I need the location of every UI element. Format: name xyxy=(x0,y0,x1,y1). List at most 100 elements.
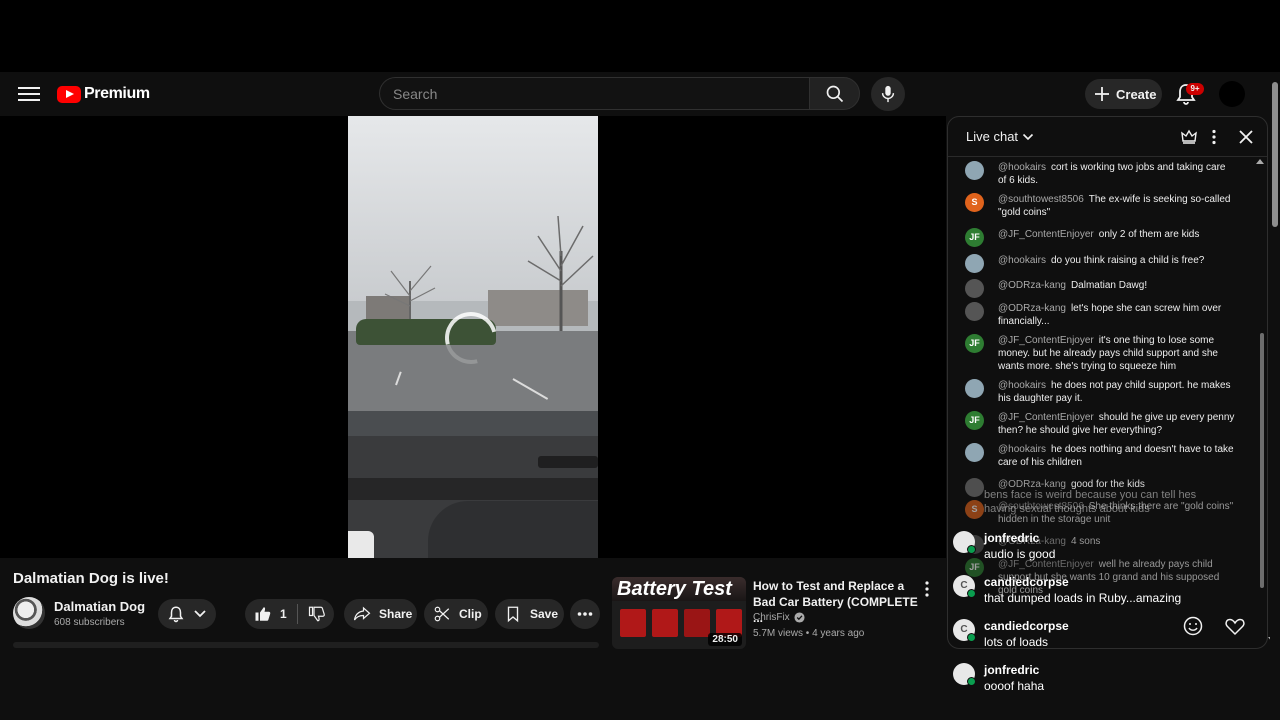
online-badge-icon xyxy=(967,545,976,554)
chat-author-avatar[interactable]: JF xyxy=(965,558,984,577)
chat-author-avatar[interactable]: S xyxy=(965,193,984,212)
overlay-message-text: audio is good xyxy=(984,547,1056,561)
chat-message: @ODRza-kang Dalmatian Dawg! xyxy=(965,279,1235,298)
more-vertical-icon[interactable] xyxy=(1205,128,1223,146)
overlay-author-name[interactable]: candiedcorpse xyxy=(984,619,1069,633)
chat-message: @hookairs he does not pay child support. … xyxy=(965,379,1235,405)
share-button[interactable]: Share xyxy=(344,599,417,629)
more-actions-button[interactable] xyxy=(570,599,600,629)
account-avatar[interactable] xyxy=(1219,81,1245,107)
chat-message: @hookairs do you think raising a child is… xyxy=(965,254,1235,273)
chevron-down-icon xyxy=(194,610,206,618)
chat-author-name[interactable]: @JF_ContentEnjoyer xyxy=(998,229,1094,240)
overlay-author-name[interactable]: jonfredric xyxy=(984,531,1039,545)
chat-message-text: Dalmatian Dawg! xyxy=(1070,280,1148,291)
bare-tree xyxy=(527,215,594,341)
like-count: 1 xyxy=(280,607,287,621)
scissors-icon xyxy=(434,606,450,622)
online-badge-icon xyxy=(967,633,976,642)
share-icon xyxy=(353,606,371,621)
bell-icon xyxy=(168,606,184,623)
subscription-bell-button[interactable] xyxy=(158,599,216,629)
plus-icon xyxy=(1095,87,1109,101)
chat-author-avatar[interactable] xyxy=(965,302,984,321)
chat-message-text: 4 sons xyxy=(1070,536,1101,547)
chat-scrollbar-thumb[interactable] xyxy=(1260,333,1264,588)
chat-author-avatar[interactable] xyxy=(965,379,984,398)
recommended-channel-name: ChrisFix xyxy=(753,612,790,623)
chat-author-name[interactable]: @hookairs xyxy=(998,380,1046,391)
chat-message-text: only 2 of them are kids xyxy=(1098,229,1200,240)
overlay-message-text: lots of loads xyxy=(984,635,1049,649)
chat-message: JF @JF_ContentEnjoyer should he give up ev… xyxy=(965,411,1235,437)
more-vertical-icon[interactable] xyxy=(920,580,934,598)
youtube-premium-logo[interactable]: Premium xyxy=(57,84,150,104)
chat-author-name[interactable]: @JF_ContentEnjoyer xyxy=(998,335,1094,346)
online-badge-icon xyxy=(967,677,976,686)
chat-author-avatar[interactable] xyxy=(965,279,984,298)
more-horizontal-icon xyxy=(577,612,593,616)
recommended-meta: 5.7M views • 4 years ago xyxy=(753,628,865,639)
notification-count-badge: 9+ xyxy=(1186,83,1204,95)
chat-author-avatar[interactable] xyxy=(965,161,984,180)
chat-author-avatar[interactable]: JF xyxy=(965,228,984,247)
voice-search-button[interactable] xyxy=(871,77,905,111)
chat-author-name[interactable]: @southtowest8506 xyxy=(998,194,1084,205)
chat-message-text: do you think raising a child is free? xyxy=(1050,255,1205,266)
search-icon xyxy=(826,85,843,102)
masthead: Premium Create 9+ xyxy=(0,72,1280,116)
chat-message: @hookairs he does nothing and doesn't hav… xyxy=(965,443,1235,469)
description-box-edge xyxy=(13,642,599,648)
emoji-icon[interactable] xyxy=(1182,615,1204,637)
scroll-up-arrow-icon[interactable] xyxy=(1256,158,1264,164)
heart-icon[interactable] xyxy=(1224,615,1246,637)
search-box xyxy=(379,77,809,110)
save-button[interactable]: Save xyxy=(495,599,564,629)
chat-author-avatar[interactable]: JF xyxy=(965,334,984,353)
clip-button[interactable]: Clip xyxy=(424,599,488,629)
recommended-thumbnail[interactable]: Battery Test 28:50 xyxy=(612,577,746,649)
video-frame[interactable] xyxy=(348,116,598,558)
share-label: Share xyxy=(379,607,413,621)
chat-author-avatar[interactable]: JF xyxy=(965,411,984,430)
clip-label: Clip xyxy=(459,607,482,621)
chat-author-name[interactable]: @ODRza-kang xyxy=(998,303,1066,314)
chat-message: @ODRza-kang let's hope she can screw him … xyxy=(965,302,1235,328)
video-player[interactable] xyxy=(0,116,946,558)
search-input[interactable] xyxy=(380,78,809,109)
crown-icon[interactable] xyxy=(1180,128,1198,146)
microphone-icon xyxy=(881,85,895,103)
live-chat-mode-dropdown[interactable]: Live chat xyxy=(966,129,1034,144)
bookmark-icon xyxy=(507,606,519,623)
chat-author-avatar[interactable] xyxy=(965,443,984,462)
create-button[interactable]: Create xyxy=(1085,79,1162,109)
like-button[interactable]: 1 xyxy=(245,605,297,623)
chat-author-name[interactable]: @hookairs xyxy=(998,162,1046,173)
channel-avatar[interactable] xyxy=(13,597,45,629)
channel-name[interactable]: Dalmatian Dog xyxy=(54,599,145,614)
chat-message: S @southtowest8506 The ex-wife is seeking … xyxy=(965,193,1235,219)
page-scrollbar-thumb[interactable] xyxy=(1272,82,1278,227)
chat-author-avatar[interactable]: S xyxy=(965,500,984,519)
menu-icon[interactable] xyxy=(18,84,40,104)
chat-author-avatar[interactable] xyxy=(965,254,984,273)
chat-author-name[interactable]: @JF_ContentEnjoyer xyxy=(998,412,1094,423)
video-duration: 28:50 xyxy=(708,633,742,646)
create-label: Create xyxy=(1116,86,1157,102)
live-chat-title: Live chat xyxy=(966,129,1019,144)
overlay-author-name[interactable]: jonfredric xyxy=(984,663,1039,677)
chat-message: JF @JF_ContentEnjoyer only 2 of them are k… xyxy=(965,228,1235,247)
overlay-message-text: oooof haha xyxy=(984,679,1045,693)
thumbs-up-icon xyxy=(255,607,271,621)
save-label: Save xyxy=(530,607,559,621)
chat-author-name[interactable]: @hookairs xyxy=(998,255,1046,266)
dislike-button[interactable] xyxy=(298,605,326,623)
search-button[interactable] xyxy=(809,77,860,110)
close-icon[interactable] xyxy=(1237,128,1255,146)
chat-author-name[interactable]: @ODRza-kang xyxy=(998,280,1066,291)
chat-author-avatar[interactable] xyxy=(965,478,984,497)
top-black-band xyxy=(0,0,1280,72)
overlay-author-name[interactable]: candiedcorpse xyxy=(984,575,1069,589)
recommended-channel[interactable]: ChrisFix xyxy=(753,612,805,623)
chat-author-name[interactable]: @hookairs xyxy=(998,444,1046,455)
